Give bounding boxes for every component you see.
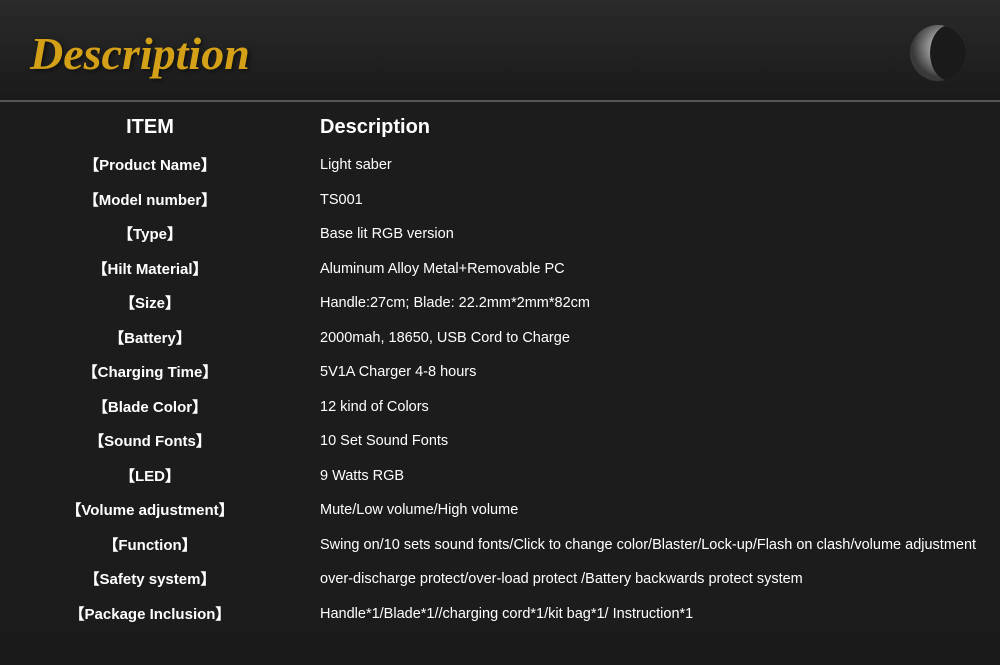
- function-label: 【Function】: [0, 529, 300, 564]
- row-label: 【Blade Color】: [0, 391, 300, 426]
- row-label: 【Hilt Material】: [0, 253, 300, 288]
- row-label: 【Charging Time】: [0, 356, 300, 391]
- row-value: 5V1A Charger 4-8 hours: [300, 356, 1000, 391]
- table-row: 【Type】 Base lit RGB version: [0, 218, 1000, 253]
- table-row: 【Model number】 TS001: [0, 184, 1000, 219]
- row-value: Light saber: [300, 149, 1000, 184]
- table-row: 【Product Name】 Light saber: [0, 149, 1000, 184]
- table-row: 【Size】 Handle:27cm; Blade: 22.2mm*2mm*82…: [0, 287, 1000, 322]
- row-value: 10 Set Sound Fonts: [300, 425, 1000, 460]
- row-value: 12 kind of Colors: [300, 391, 1000, 426]
- table-row: 【Hilt Material】 Aluminum Alloy Metal+Rem…: [0, 253, 1000, 288]
- row-label: 【Battery】: [0, 322, 300, 357]
- page-title: Description: [30, 27, 250, 80]
- row-label: 【Product Name】: [0, 149, 300, 184]
- safety-label: 【Safety system】: [0, 563, 300, 598]
- row-label: 【Size】: [0, 287, 300, 322]
- function-row: 【Function】 Swing on/10 sets sound fonts/…: [0, 529, 1000, 564]
- table-row: 【LED】 9 Watts RGB: [0, 460, 1000, 495]
- col-desc-header: Description: [300, 102, 1000, 149]
- table-header-row: ITEM Description: [0, 102, 1000, 149]
- function-value: Swing on/10 sets sound fonts/Click to ch…: [300, 529, 1000, 564]
- row-label: 【Type】: [0, 218, 300, 253]
- row-value: Base lit RGB version: [300, 218, 1000, 253]
- table-row: 【Charging Time】 5V1A Charger 4-8 hours: [0, 356, 1000, 391]
- row-value: Aluminum Alloy Metal+Removable PC: [300, 253, 1000, 288]
- package-value: Handle*1/Blade*1//charging cord*1/kit ba…: [300, 598, 1000, 633]
- col-item-header: ITEM: [0, 102, 300, 149]
- page-header: Description: [0, 0, 1000, 102]
- row-value: TS001: [300, 184, 1000, 219]
- package-label: 【Package Inclusion】: [0, 598, 300, 633]
- table-row: 【Sound Fonts】 10 Set Sound Fonts: [0, 425, 1000, 460]
- package-row: 【Package Inclusion】 Handle*1/Blade*1//ch…: [0, 598, 1000, 633]
- row-value: Handle:27cm; Blade: 22.2mm*2mm*82cm: [300, 287, 1000, 322]
- safety-row: 【Safety system】 over-discharge protect/o…: [0, 563, 1000, 598]
- row-value: Mute/Low volume/High volume: [300, 494, 1000, 529]
- moon-icon: [900, 18, 970, 88]
- row-label: 【LED】: [0, 460, 300, 495]
- row-value: 2000mah, 18650, USB Cord to Charge: [300, 322, 1000, 357]
- description-table: ITEM Description 【Product Name】 Light sa…: [0, 102, 1000, 632]
- row-value: 9 Watts RGB: [300, 460, 1000, 495]
- row-label: 【Model number】: [0, 184, 300, 219]
- row-label: 【Volume adjustment】: [0, 494, 300, 529]
- table-row: 【Volume adjustment】 Mute/Low volume/High…: [0, 494, 1000, 529]
- table-row: 【Battery】 2000mah, 18650, USB Cord to Ch…: [0, 322, 1000, 357]
- row-label: 【Sound Fonts】: [0, 425, 300, 460]
- safety-value: over-discharge protect/over-load protect…: [300, 563, 1000, 598]
- table-row: 【Blade Color】 12 kind of Colors: [0, 391, 1000, 426]
- main-content: ITEM Description 【Product Name】 Light sa…: [0, 102, 1000, 632]
